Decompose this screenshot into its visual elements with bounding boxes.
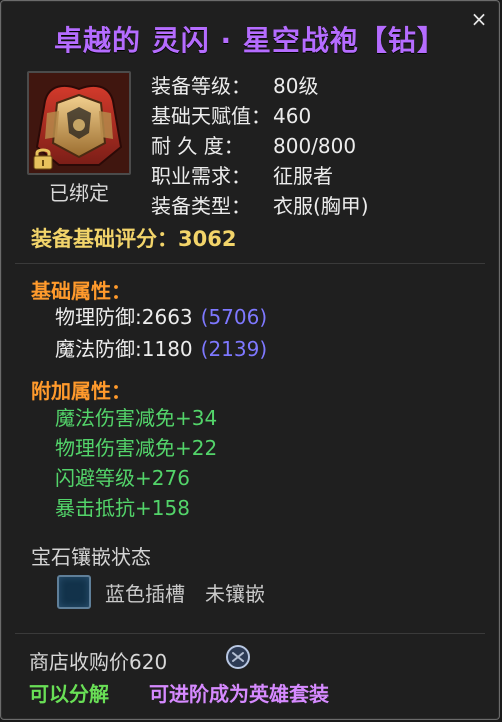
bound-status: 已绑定 (49, 181, 109, 205)
item-attributes: 装备等级： 80级 基础天赋值： 460 耐 久 度： 800/800 职业需求… (151, 71, 369, 221)
shop-price: 商店收购价620 (29, 646, 167, 675)
divider (15, 263, 485, 264)
attribute-row: 耐 久 度： 800/800 (151, 131, 369, 161)
item-icon-frame (27, 71, 131, 175)
additional-attribute: 闪避等级+276 (55, 466, 190, 490)
basic-attribute-value: 1180 (141, 337, 193, 361)
base-score: 装备基础评分：3062 (31, 223, 236, 253)
attribute-label: 职业需求： (151, 164, 251, 188)
attribute-value: 80级 (273, 74, 319, 98)
shop-price-value: 620 (129, 650, 168, 674)
additional-attribute: 物理伤害减免+22 (55, 436, 218, 460)
attribute-label: 基础天赋值： (151, 104, 271, 128)
attribute-value: 衣服(胸甲) (273, 194, 369, 218)
decompose-status: 可以分解 (29, 682, 109, 706)
attribute-row: 职业需求： 征服者 (151, 161, 369, 191)
base-score-label: 装备基础评分： (31, 227, 178, 251)
divider (15, 633, 485, 634)
shop-price-label: 商店收购价 (29, 650, 129, 674)
attribute-label: 耐 久 度： (151, 134, 244, 158)
attribute-label: 装备类型： (151, 194, 251, 218)
gem-slot-state: 未镶嵌 (205, 581, 265, 606)
basic-attribute-name: 魔法防御: (55, 337, 142, 361)
basic-attribute-value: 2663 (141, 305, 193, 329)
attribute-value: 征服者 (273, 164, 333, 188)
coin-icon (226, 645, 250, 669)
item-title: 卓越的 灵闪 · 星空战袍【钻】 (54, 24, 446, 57)
basic-attributes-list: 物理防御:2663 (5706) 魔法防御:1180 (2139) (55, 301, 267, 365)
additional-attribute: 暴击抵抗+158 (55, 496, 190, 520)
basic-attribute-alt: (2139) (200, 337, 268, 361)
item-tooltip: × 卓越的 灵闪 · 星空战袍【钻】 已绑定 装备等级： 80级 基础天赋值： … (0, 0, 500, 720)
base-score-value: 3062 (178, 227, 237, 251)
attribute-value: 800/800 (273, 134, 357, 158)
basic-attribute-row: 魔法防御:1180 (2139) (55, 333, 267, 365)
lock-icon (33, 148, 53, 170)
blue-socket-icon[interactable] (57, 575, 91, 609)
attribute-value: 460 (273, 104, 312, 128)
attribute-label: 装备等级： (151, 74, 251, 98)
upgrade-status: 可进阶成为英雄套装 (149, 682, 329, 706)
additional-attributes-list: 魔法伤害减免+34 物理伤害减免+22 闪避等级+276 暴击抵抗+158 (55, 403, 217, 523)
basic-attribute-row: 物理防御:2663 (5706) (55, 301, 267, 333)
attribute-row: 基础天赋值： 460 (151, 101, 369, 131)
basic-attributes-title: 基础属性： (31, 279, 131, 303)
attribute-row: 装备等级： 80级 (151, 71, 369, 101)
gem-status-title: 宝石镶嵌状态 (31, 545, 151, 569)
basic-attribute-alt: (5706) (200, 305, 268, 329)
gem-slot-name: 蓝色插槽 (105, 581, 185, 606)
basic-attribute-name: 物理防御: (55, 305, 142, 329)
additional-attribute: 魔法伤害减免+34 (55, 406, 218, 430)
attribute-row: 装备类型： 衣服(胸甲) (151, 191, 369, 221)
additional-attributes-title: 附加属性： (31, 379, 131, 403)
gem-slot-row: 蓝色插槽 未镶嵌 (57, 575, 265, 609)
